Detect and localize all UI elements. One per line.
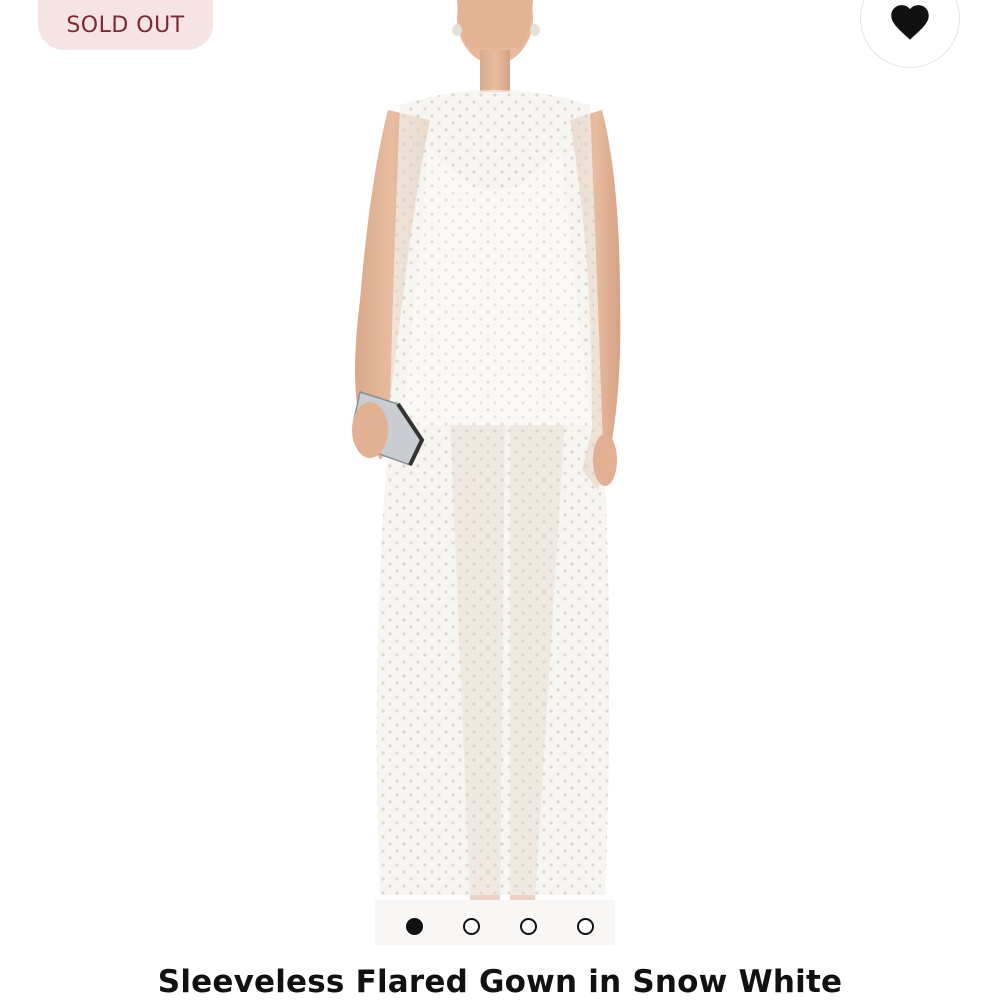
carousel-dot-2[interactable] [463,917,480,935]
sold-out-badge: SOLD OUT [38,0,213,50]
product-image[interactable] [330,0,670,945]
carousel-dot-1[interactable] [406,917,423,935]
heart-icon [891,5,929,40]
product-page: SOLD OUT Sleeveless Flared Gown in Snow … [0,0,1000,1000]
sold-out-label: SOLD OUT [66,12,185,38]
carousel-dot-3[interactable] [520,917,537,935]
product-photo [330,0,670,945]
product-title: Sleeveless Flared Gown in Snow White [157,964,843,1000]
favorite-button[interactable] [860,0,960,68]
carousel-dots [400,914,600,938]
carousel-dot-4[interactable] [577,917,594,935]
